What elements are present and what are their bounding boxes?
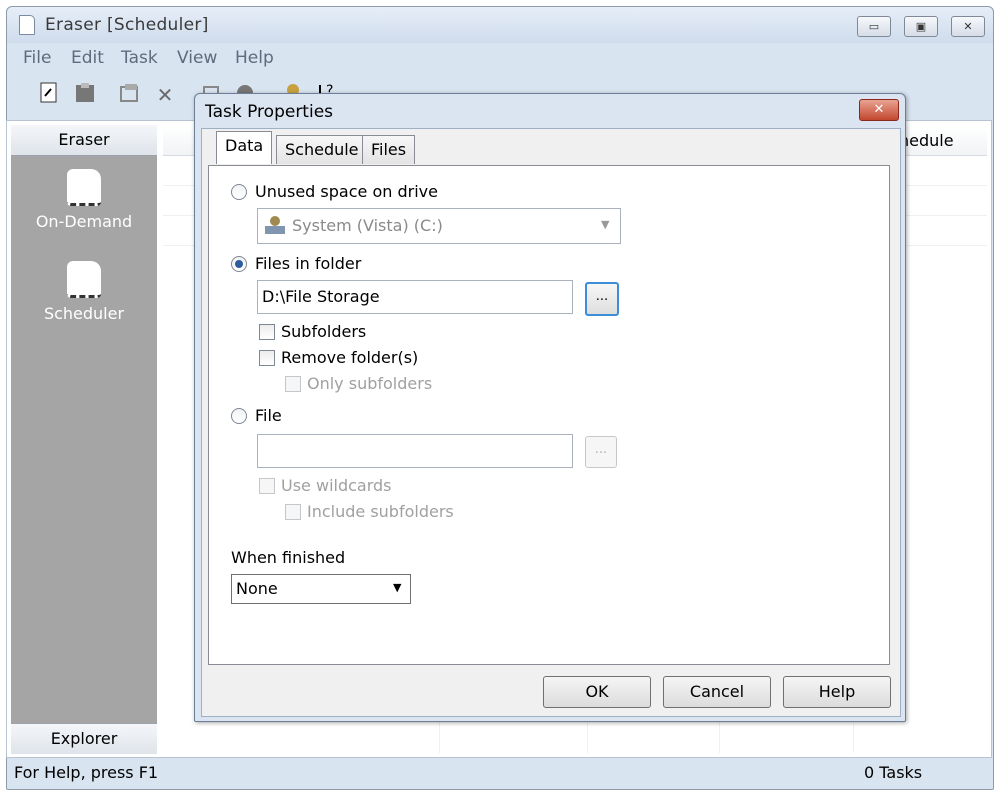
menu-bar: File Edit Task View Help: [11, 45, 989, 71]
file-label[interactable]: File: [255, 406, 282, 425]
tab-schedule[interactable]: Schedule: [276, 135, 368, 164]
delete-icon[interactable]: ✕: [151, 81, 179, 109]
remove-folders-checkbox[interactable]: [259, 350, 275, 366]
tab-files[interactable]: Files: [362, 135, 416, 164]
ok-button[interactable]: OK: [543, 676, 651, 708]
scheduler-icon: [67, 261, 101, 298]
file-browse-button[interactable]: ...: [585, 436, 617, 468]
status-help-text: For Help, press F1: [14, 763, 159, 782]
close-button[interactable]: ✕: [951, 16, 985, 37]
help-button[interactable]: Help: [783, 676, 891, 708]
include-subfolders-checkbox[interactable]: [285, 504, 301, 520]
when-finished-label: When finished: [231, 548, 346, 567]
menu-file[interactable]: File: [23, 48, 51, 68]
tab-data[interactable]: Data: [216, 131, 273, 164]
sidebar-footer[interactable]: Explorer: [11, 723, 157, 754]
eraser-icon: [67, 169, 101, 206]
column-header-schedule[interactable]: hedule: [899, 131, 954, 150]
include-subfolders-label: Include subfolders: [307, 502, 454, 521]
drive-icon: [263, 214, 287, 236]
window-title: Eraser [Scheduler]: [45, 15, 209, 35]
maximize-button[interactable]: ▣: [904, 16, 938, 37]
chevron-down-icon: ▼: [601, 218, 610, 231]
paste-icon[interactable]: [71, 81, 99, 109]
use-wildcards-label: Use wildcards: [281, 476, 392, 495]
subfolders-label[interactable]: Subfolders: [281, 322, 366, 341]
title-bar[interactable]: Eraser [Scheduler] ▭ ▣ ✕: [7, 7, 993, 43]
sidebar-item-label: Scheduler: [43, 304, 125, 323]
sidebar-item-scheduler[interactable]: Scheduler: [11, 261, 157, 323]
task-properties-dialog: Task Properties ✕ Data Schedule Files Un…: [194, 93, 906, 722]
when-finished-value: None: [236, 579, 278, 598]
status-task-count: 0 Tasks: [864, 763, 923, 782]
drive-select[interactable]: System (Vista) (C:): [257, 208, 621, 244]
cancel-button[interactable]: Cancel: [663, 676, 771, 708]
only-subfolders-label: Only subfolders: [307, 374, 433, 393]
properties-icon[interactable]: [115, 81, 143, 109]
files-in-folder-label[interactable]: Files in folder: [255, 254, 361, 273]
tab-page-data: Unused space on drive System (Vista) (C:…: [208, 165, 890, 665]
sidebar-item-on-demand[interactable]: On-Demand: [11, 169, 157, 231]
app-icon: [19, 15, 35, 35]
menu-task[interactable]: Task: [121, 48, 158, 68]
when-finished-select[interactable]: None: [231, 574, 411, 604]
unused-space-label[interactable]: Unused space on drive: [255, 182, 438, 201]
files-in-folder-radio[interactable]: [231, 256, 247, 272]
menu-edit[interactable]: Edit: [71, 48, 104, 68]
file-path-field[interactable]: [257, 434, 573, 468]
new-task-icon[interactable]: [35, 81, 63, 109]
use-wildcards-checkbox[interactable]: [259, 478, 275, 494]
menu-view[interactable]: View: [177, 48, 217, 68]
sidebar-item-label: On-Demand: [35, 212, 133, 231]
remove-folders-label[interactable]: Remove folder(s): [281, 348, 418, 367]
menu-help[interactable]: Help: [235, 48, 274, 68]
dialog-close-button[interactable]: ✕: [859, 99, 899, 121]
sidebar: Eraser On-Demand Scheduler Explorer: [11, 125, 157, 754]
file-radio[interactable]: [231, 408, 247, 424]
folder-path-field[interactable]: D:\File Storage: [257, 280, 573, 314]
subfolders-checkbox[interactable]: [259, 324, 275, 340]
dialog-title: Task Properties: [205, 102, 334, 122]
unused-space-radio[interactable]: [231, 184, 247, 200]
minimize-button[interactable]: ▭: [857, 16, 891, 37]
dialog-body: Data Schedule Files Unused space on driv…: [201, 128, 901, 717]
only-subfolders-checkbox[interactable]: [285, 376, 301, 392]
status-bar: For Help, press F1 0 Tasks: [6, 760, 990, 784]
chevron-down-icon: ▼: [393, 581, 402, 594]
sidebar-header[interactable]: Eraser: [11, 125, 157, 156]
folder-browse-button[interactable]: ...: [585, 282, 619, 316]
drive-select-value: System (Vista) (C:): [292, 216, 443, 235]
